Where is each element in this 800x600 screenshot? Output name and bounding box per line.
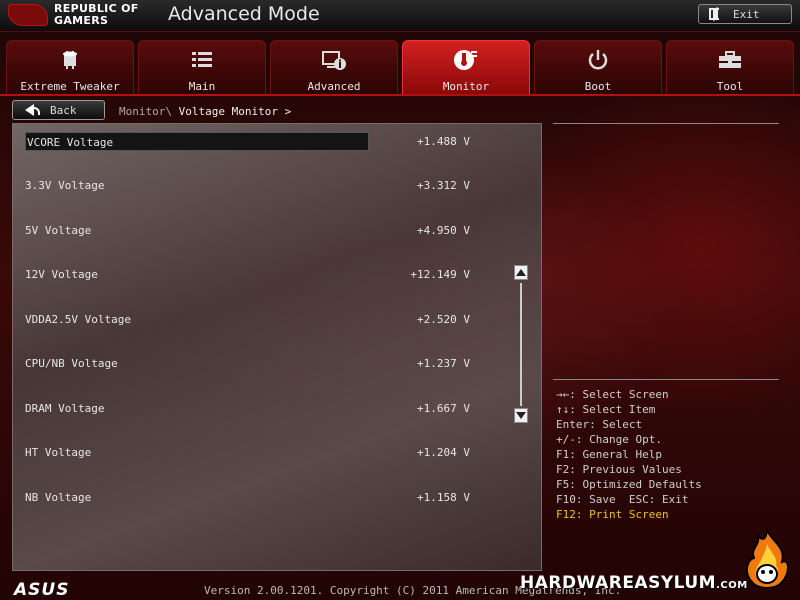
key-help-list: →←: Select Screen ↑↓: Select Item Enter:… [556,387,702,522]
voltage-row-vdda[interactable]: VDDA2.5V Voltage +2.520 V [25,310,470,330]
watermark-text: HARDWAREASYLUM.COM [520,573,748,593]
exit-door-icon [709,8,719,20]
tab-label: Monitor [442,80,490,93]
help-line: F2: Previous Values [556,463,682,476]
list-icon [139,49,265,71]
voltage-label: 5V Voltage [25,224,92,237]
tab-boot[interactable]: Boot [534,40,662,94]
voltage-label: 12V Voltage [25,268,98,281]
voltage-label: CPU/NB Voltage [25,357,118,370]
asus-logo: ASUS [14,580,70,600]
voltage-row-cpu-nb[interactable]: CPU/NB Voltage +1.237 V [25,354,470,374]
flame-mascot-icon [742,526,792,594]
voltage-value: +1.204 V [417,446,470,459]
toolbox-icon [667,49,793,71]
voltage-value: +1.488 V [417,135,470,148]
arrow-down-icon [516,412,526,419]
voltage-label: 3.3V Voltage [25,179,105,192]
rog-logo-icon [8,4,48,26]
watermark-name: HARDWAREASYLUM [520,573,717,593]
mode-title: Advanced Mode [168,3,320,25]
voltage-label: VDDA2.5V Voltage [25,313,131,326]
help-line: F1: General Help [556,448,662,461]
voltage-value: +4.950 V [417,224,470,237]
tab-label: Advanced [307,80,361,93]
help-line: →←: Select Screen [556,388,669,401]
voltage-value: +1.237 V [417,357,470,370]
voltage-label: DRAM Voltage [25,402,105,415]
back-label: Back [50,103,77,117]
tab-label: Extreme Tweaker [20,80,120,93]
help-divider-mid [553,379,779,380]
voltage-row-nb[interactable]: NB Voltage +1.158 V [25,488,470,508]
tab-tool[interactable]: Tool [666,40,794,94]
help-line: F10: Save ESC: Exit [556,493,689,506]
brand-line2: GAMERS [54,14,109,27]
tab-label: Tool [716,80,744,93]
main-tabs: Extreme Tweaker Main Advanced Monitor Bo… [6,40,794,94]
cpu-chip-icon [7,49,133,71]
scroll-down-button[interactable] [514,408,528,423]
back-button[interactable]: Back [12,100,105,120]
voltage-row-dram[interactable]: DRAM Voltage +1.667 V [25,399,470,419]
breadcrumb: Monitor\ Voltage Monitor > [119,105,291,118]
voltage-label: NB Voltage [25,491,92,504]
voltage-value: +2.520 V [417,313,470,326]
voltage-label: HT Voltage [25,446,92,459]
arrow-up-icon [516,269,526,276]
brand-text: REPUBLIC OF GAMERS [54,3,139,27]
voltage-value: +1.158 V [417,491,470,504]
thermometer-icon [403,49,529,71]
tab-extreme-tweaker[interactable]: Extreme Tweaker [6,40,134,94]
tab-label: Boot [584,80,612,93]
scroll-up-button[interactable] [514,265,528,280]
exit-label: Exit [733,7,760,21]
voltage-row-vcore[interactable]: VCORE Voltage +1.488 V [25,132,470,152]
breadcrumb-root[interactable]: Monitor\ [119,105,172,118]
scrollbar-track[interactable] [520,283,522,406]
tab-label: Main [188,80,216,93]
voltage-value: +12.149 V [410,268,470,281]
tab-divider [0,94,800,96]
voltage-row-12v[interactable]: 12V Voltage +12.149 V [25,265,470,285]
help-line: +/-: Change Opt. [556,433,662,446]
help-line: ↑↓: Select Item [556,403,656,416]
header-bar: REPUBLIC OF GAMERS Advanced Mode Exit [0,0,800,32]
power-icon [535,49,661,71]
voltage-label: VCORE Voltage [25,132,369,151]
help-line: F5: Optimized Defaults [556,478,702,491]
tab-monitor[interactable]: Monitor [402,40,530,94]
monitor-info-icon [271,49,397,71]
voltage-row-5v[interactable]: 5V Voltage +4.950 V [25,221,470,241]
tab-main[interactable]: Main [138,40,266,94]
voltage-value: +3.312 V [417,179,470,192]
back-arrow-icon [25,104,40,116]
voltage-value: +1.667 V [417,402,470,415]
breadcrumb-current: Voltage Monitor > [178,105,292,118]
tab-advanced[interactable]: Advanced [270,40,398,94]
help-line-print-screen: F12: Print Screen [556,508,669,521]
help-line: Enter: Select [556,418,643,431]
voltage-row-ht[interactable]: HT Voltage +1.204 V [25,443,470,463]
voltage-row-3v3[interactable]: 3.3V Voltage +3.312 V [25,176,470,196]
help-divider-top [553,123,779,124]
exit-button[interactable]: Exit [698,4,792,24]
